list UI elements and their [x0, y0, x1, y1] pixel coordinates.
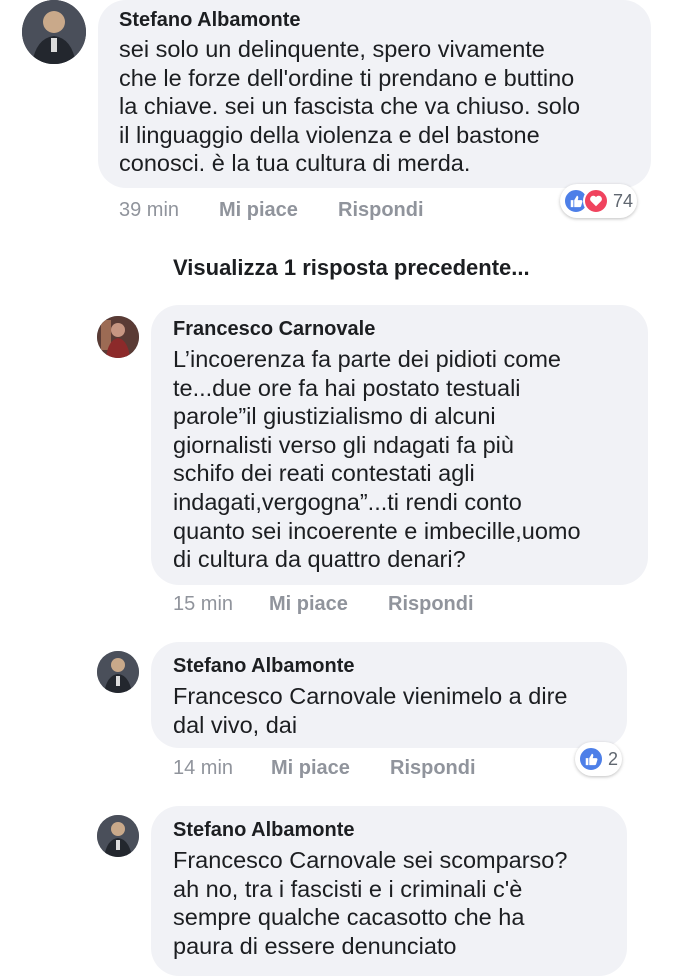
comment-timestamp: 39 min [119, 199, 180, 221]
avatar[interactable] [97, 815, 139, 857]
comment-text: Francesco Carnovale sei scomparso? ah no… [173, 847, 568, 959]
comment-actions: 39 min Mi piace Rispondi [119, 199, 449, 223]
reply-button[interactable]: Rispondi [338, 199, 424, 222]
like-button[interactable]: Mi piace [219, 199, 298, 222]
comment-actions: 15 min Mi piace Rispondi [173, 593, 503, 617]
reactions-badge[interactable]: 74 [560, 184, 638, 218]
reply-button[interactable]: Rispondi [390, 757, 476, 780]
like-button[interactable]: Mi piace [271, 757, 350, 780]
avatar[interactable] [97, 651, 139, 693]
comment-author[interactable]: Stefano Albamonte [173, 819, 613, 842]
avatar[interactable] [22, 0, 86, 64]
reply-button[interactable]: Rispondi [388, 593, 474, 616]
comment-text: Francesco Carnovale vienimelo a dire dal… [173, 683, 568, 738]
like-icon [578, 746, 604, 772]
comment-bubble: Stefano Albamonte sei solo un delinquent… [98, 0, 651, 188]
love-icon [583, 188, 609, 214]
comment-bubble: Stefano Albamonte Francesco Carnovale se… [151, 806, 627, 976]
reaction-count: 2 [608, 748, 619, 769]
view-previous-replies-link[interactable]: Visualizza 1 risposta precedente... [173, 255, 530, 281]
reaction-count: 74 [613, 190, 634, 211]
comment-author[interactable]: Francesco Carnovale [173, 318, 634, 341]
comment-actions: 14 min Mi piace Rispondi [173, 757, 503, 781]
comment-author[interactable]: Stefano Albamonte [119, 9, 631, 32]
comment-text: L’incoerenza fa parte dei pidioti come t… [173, 346, 581, 573]
like-button[interactable]: Mi piace [269, 593, 348, 616]
reactions-badge[interactable]: 2 [575, 742, 623, 776]
comment-timestamp: 15 min [173, 593, 234, 615]
comment-bubble: Francesco Carnovale L’incoerenza fa part… [151, 305, 648, 585]
avatar[interactable] [97, 316, 139, 358]
comment-bubble: Stefano Albamonte Francesco Carnovale vi… [151, 642, 627, 748]
comment-author[interactable]: Stefano Albamonte [173, 655, 613, 678]
comment-text: sei solo un delinquente, spero vivamente… [119, 36, 581, 177]
comment-timestamp: 14 min [173, 757, 234, 779]
